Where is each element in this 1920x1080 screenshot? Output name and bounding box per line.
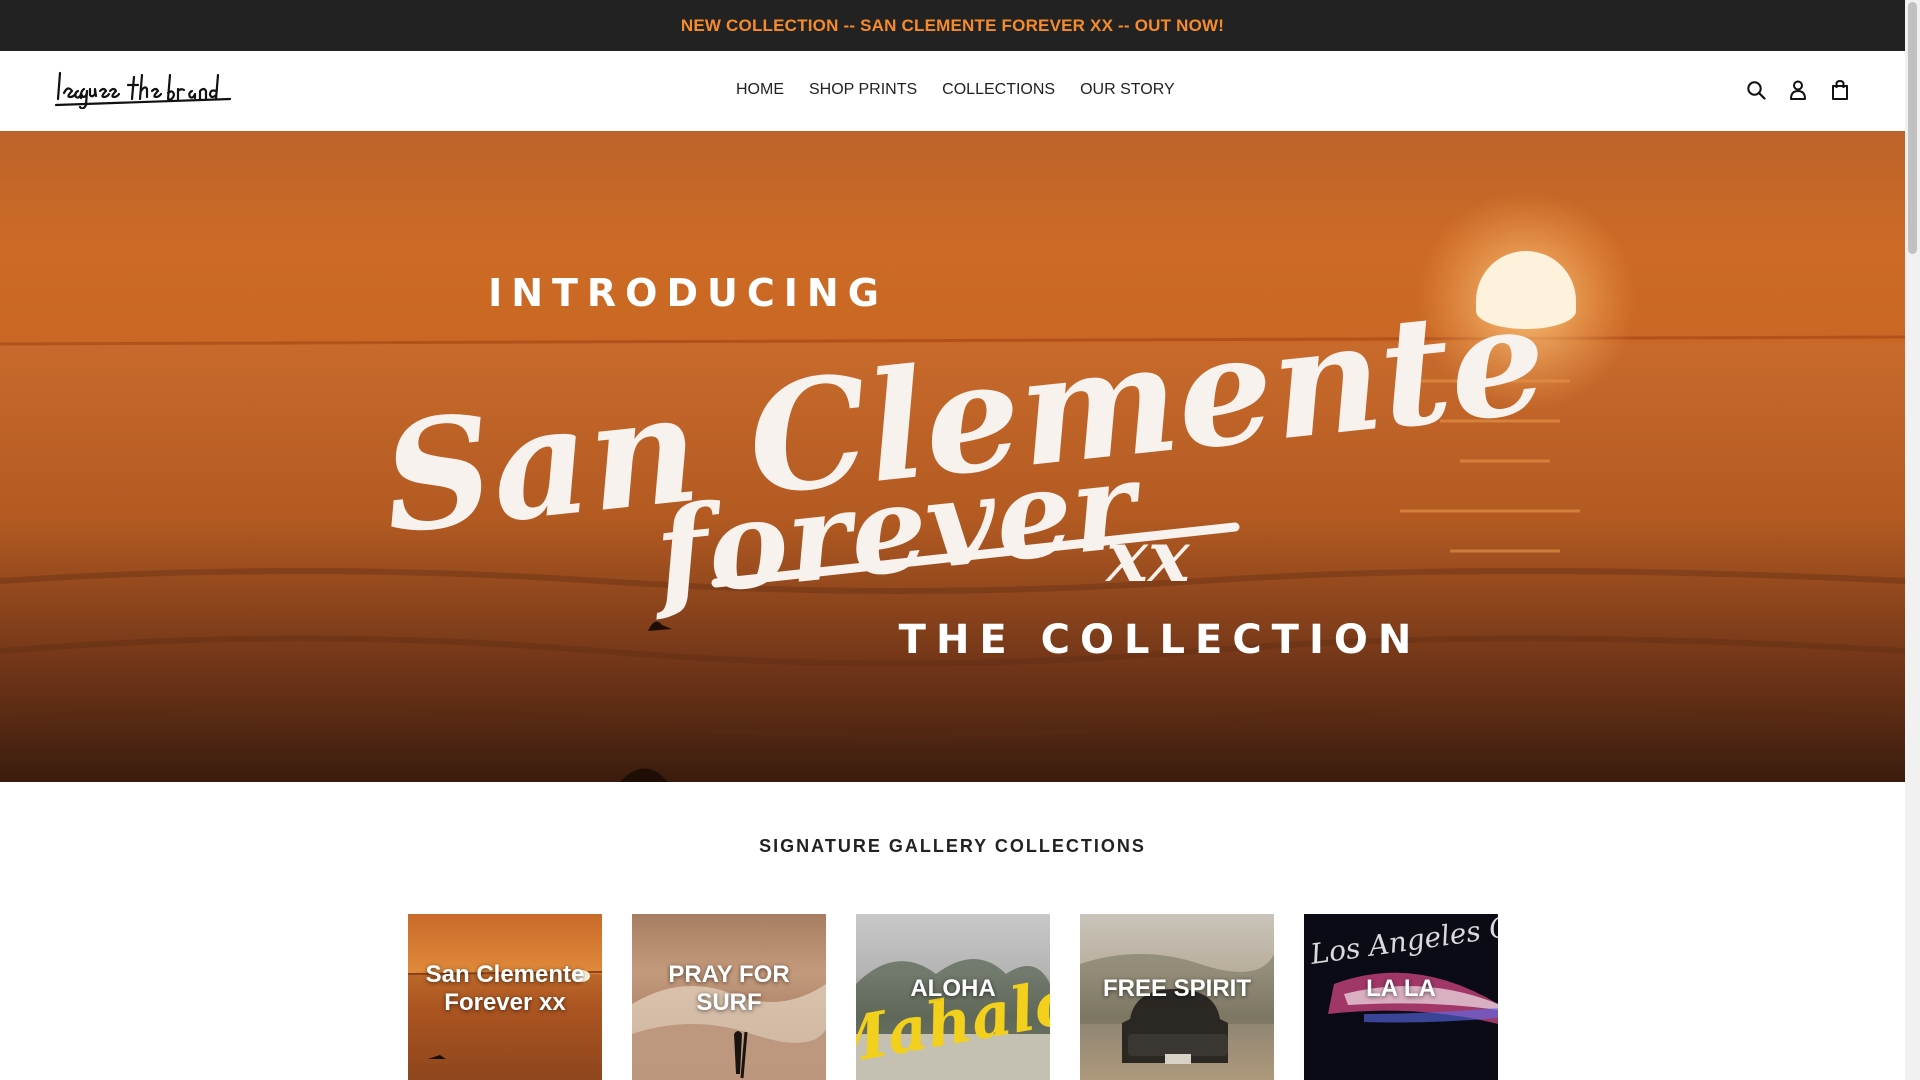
search-icon[interactable] (1746, 79, 1766, 101)
hero-banner[interactable]: INTRODUCING San Clemente forever xx THE … (0, 131, 1905, 782)
main-nav: HOME SHOP PRINTS COLLECTIONS OUR STORY (736, 81, 1175, 99)
hero-image: INTRODUCING San Clemente forever xx THE … (0, 131, 1905, 782)
collection-tile-san-clemente[interactable]: San Clemente Forever xx (408, 914, 602, 1080)
collection-tiles: San Clemente Forever xx PRAY FOR SURF Ma… (408, 914, 1498, 1080)
announcement-bar[interactable]: NEW COLLECTION -- SAN CLEMENTE FOREVER X… (0, 0, 1905, 51)
cart-icon[interactable] (1830, 79, 1850, 101)
account-icon[interactable] (1788, 79, 1808, 101)
section-title: SIGNATURE GALLERY COLLECTIONS (759, 836, 1146, 856)
tile-label: PRAY FOR SURF (668, 961, 790, 1016)
collection-tile-free-spirit[interactable]: FREE SPIRIT (1080, 914, 1274, 1080)
header-icons (1746, 79, 1850, 101)
hero-introducing: INTRODUCING (488, 271, 888, 315)
page: NEW COLLECTION -- SAN CLEMENTE FOREVER X… (0, 0, 1905, 1080)
announcement-text[interactable]: NEW COLLECTION -- SAN CLEMENTE FOREVER X… (681, 16, 1224, 36)
page-scrollbar[interactable] (1905, 0, 1920, 1080)
tile-label: FREE SPIRIT (1102, 975, 1252, 1002)
collection-tile-aloha[interactable]: Mahalo ALOHA (856, 914, 1050, 1080)
collection-tile-pray-for-surf[interactable]: PRAY FOR SURF (632, 914, 826, 1080)
nav-collections[interactable]: COLLECTIONS (942, 81, 1055, 99)
site-header: HOME SHOP PRINTS COLLECTIONS OUR STORY (0, 51, 1905, 131)
nav-our-story[interactable]: OUR STORY (1080, 81, 1175, 99)
hero-the-collection: THE COLLECTION (899, 617, 1422, 663)
tile-label: ALOHA (910, 975, 996, 1002)
tile-label: San Clemente Forever xx (425, 961, 585, 1016)
hero-script-xx: xx (1104, 515, 1191, 598)
tile-label: LA LA (1366, 975, 1436, 1002)
brand-logo[interactable] (54, 69, 232, 109)
scrollbar-thumb[interactable] (1908, 2, 1917, 254)
nav-shop-prints[interactable]: SHOP PRINTS (809, 81, 917, 99)
nav-home[interactable]: HOME (736, 81, 784, 99)
collection-tile-la-la[interactable]: Los Angeles City of Stars LA LA (1304, 914, 1498, 1080)
